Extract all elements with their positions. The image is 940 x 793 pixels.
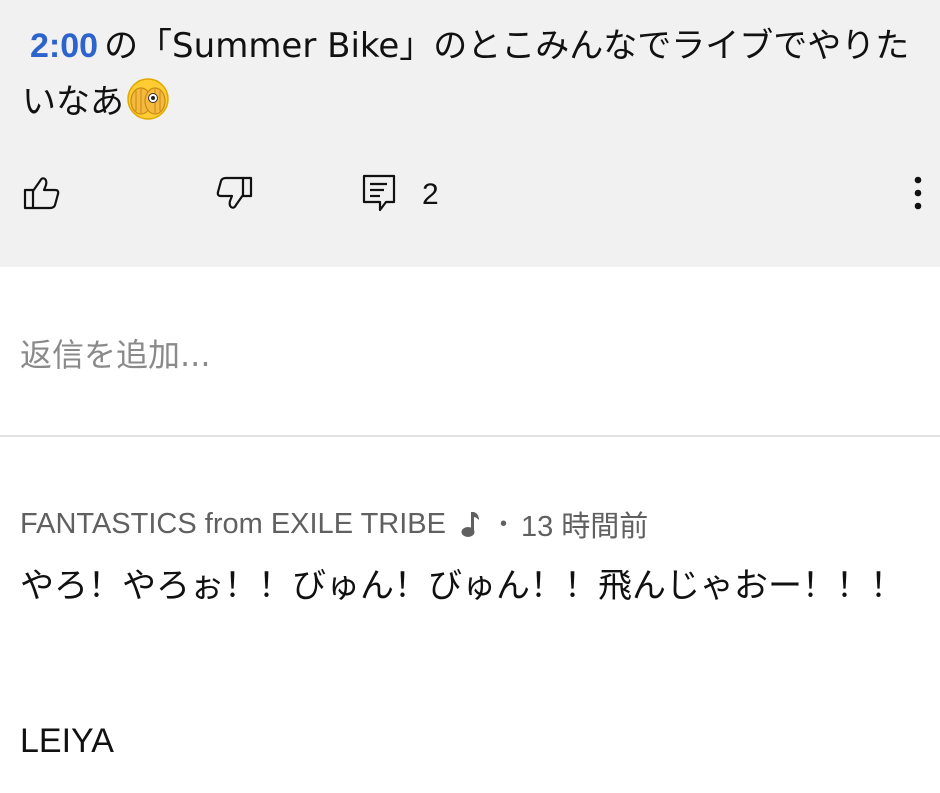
separator-dot: • — [499, 512, 507, 535]
reply-time: 13 時間前 — [520, 511, 649, 543]
add-reply-input[interactable]: 返信を追加... — [20, 330, 211, 376]
divider — [0, 435, 940, 437]
music-note-icon — [460, 509, 480, 539]
reply-meta: FANTASTICS from EXILE TRIBE • 13 時間前 — [20, 503, 648, 545]
thumbs-down-icon — [214, 173, 254, 217]
like-button[interactable] — [22, 168, 62, 222]
comment-text: 2:00 の「Summer Bike」のとこみんなでライブでやりたいなあ — [22, 18, 922, 130]
reply-button[interactable]: 2 — [360, 168, 439, 222]
more-options-button[interactable] — [904, 168, 932, 222]
reply-text: やろ！やろぉ！！びゅん！びゅん！！飛んじゃおー！！！ — [20, 566, 904, 606]
comment-actions: 2 — [0, 168, 940, 222]
reply-count: 2 — [422, 178, 439, 211]
thumbs-up-icon — [22, 173, 62, 217]
comment-section: 2:00 の「Summer Bike」のとこみんなでライブでやりたいなあ 2 — [0, 0, 940, 267]
dislike-button[interactable] — [214, 168, 254, 222]
more-vertical-icon — [913, 173, 923, 217]
comment-icon — [360, 172, 398, 218]
reply-author[interactable]: FANTASTICS from EXILE TRIBE — [20, 508, 446, 541]
timestamp-link[interactable]: 2:00 — [30, 27, 98, 65]
reply-signature: LEIYA — [20, 722, 114, 760]
face-peeking-hands-emoji-icon — [126, 77, 170, 121]
